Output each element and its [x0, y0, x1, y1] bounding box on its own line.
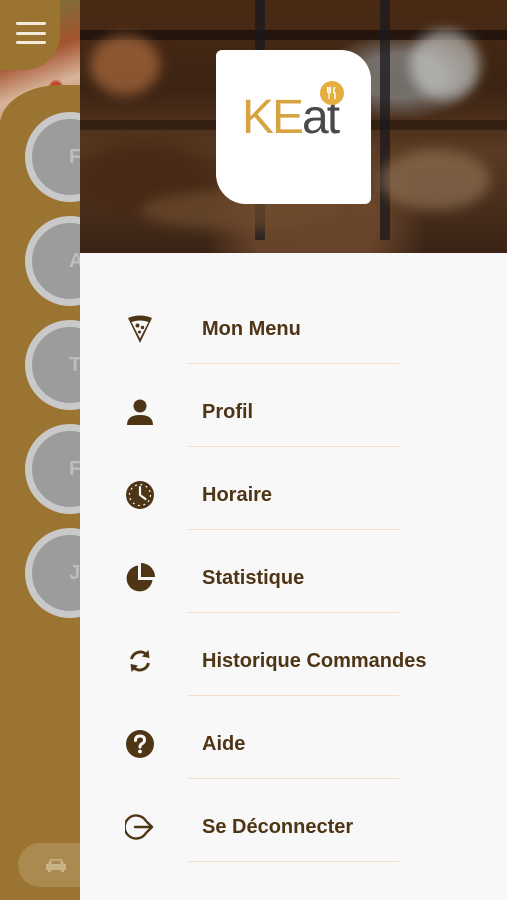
drawer-menu: Mon Menu Profil Horaire Statistique Hist… [80, 288, 507, 869]
car-icon [46, 859, 66, 872]
menu-item-label: Horaire [202, 484, 273, 506]
background-light [410, 30, 480, 100]
divider [188, 695, 399, 696]
divider [188, 363, 399, 364]
background-light [380, 150, 490, 210]
background-app: F A T F J [0, 0, 80, 900]
delivery-button[interactable] [18, 843, 80, 887]
menu-item-horaire[interactable]: Horaire [80, 454, 507, 537]
menu-item-label: Historique Commandes [202, 650, 427, 672]
menu-item-label: Statistique [202, 567, 305, 589]
drawer-header: KEat [80, 0, 507, 253]
avatar-initial: F [69, 145, 80, 168]
avatar-initial: T [69, 353, 80, 376]
avatar-initial: J [69, 561, 80, 584]
avatar-initial: A [69, 249, 80, 272]
app-logo: KEat [216, 50, 371, 204]
clock-icon [124, 479, 156, 511]
menu-item-label: Mon Menu [202, 318, 301, 340]
divider [188, 446, 399, 447]
pizza-slice-icon [124, 313, 156, 345]
menu-item-label: Aide [202, 733, 246, 755]
divider [188, 612, 399, 613]
help-circle-icon [124, 728, 156, 760]
logout-icon [124, 811, 156, 843]
divider [188, 529, 399, 530]
navigation-drawer: KEat Mon Menu Profil Horaire Statistique… [80, 0, 507, 900]
menu-item-label: Se Déconnecter [202, 816, 354, 838]
menu-item-se-deconnecter[interactable]: Se Déconnecter [80, 786, 507, 869]
background-light [90, 35, 160, 95]
avatar-initial: F [69, 457, 80, 480]
divider [188, 861, 399, 862]
fork-knife-icon [320, 81, 344, 105]
menu-item-label: Profil [202, 401, 254, 423]
user-icon [124, 396, 156, 428]
window-frame [380, 0, 390, 240]
pie-chart-icon [124, 562, 156, 594]
menu-item-statistique[interactable]: Statistique [80, 537, 507, 620]
sync-icon [124, 645, 156, 677]
menu-item-profil[interactable]: Profil [80, 371, 507, 454]
menu-item-historique-commandes[interactable]: Historique Commandes [80, 620, 507, 703]
menu-item-mon-menu[interactable]: Mon Menu [80, 288, 507, 371]
hamburger-icon [16, 22, 46, 44]
menu-item-aide[interactable]: Aide [80, 703, 507, 786]
divider [188, 778, 399, 779]
